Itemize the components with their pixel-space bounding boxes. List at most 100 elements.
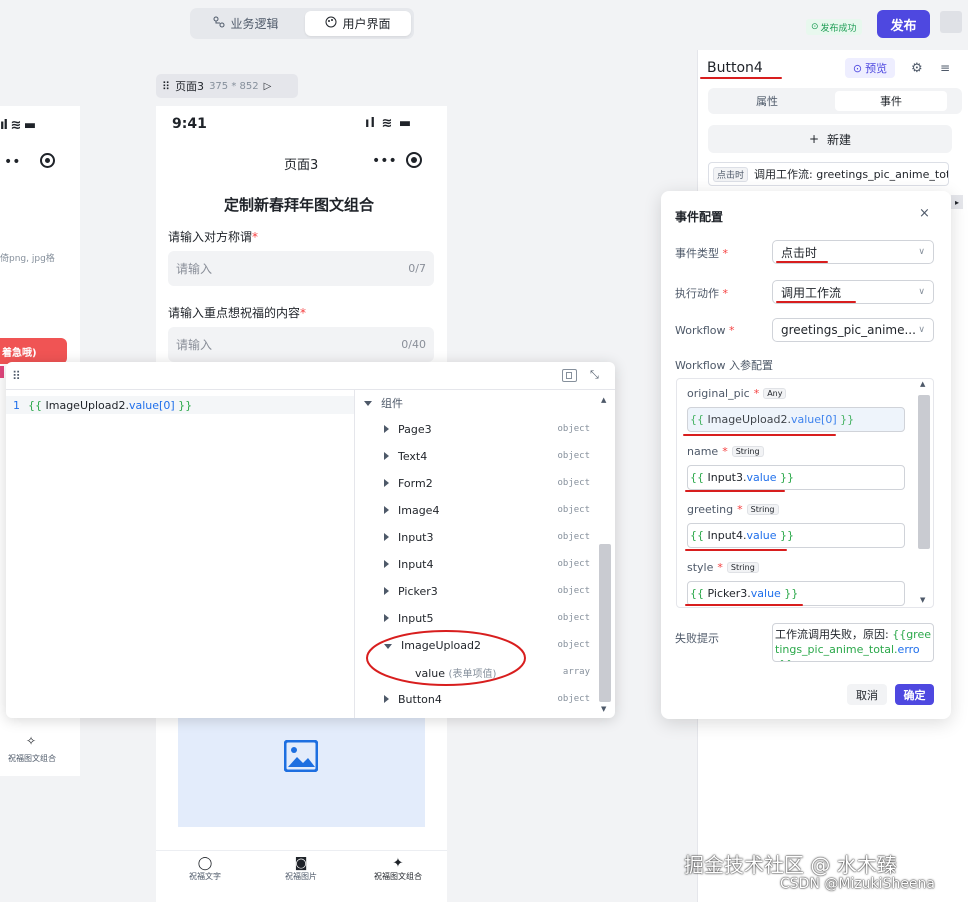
field-label: 执行动作 * xyxy=(675,287,728,300)
view-switcher: 业务逻辑 用户界面 xyxy=(190,8,414,39)
scroll-down-icon[interactable]: ▼ xyxy=(920,596,925,604)
collapse-icon[interactable]: ⤡ xyxy=(590,368,599,382)
play-circle-icon: ⊙ xyxy=(852,61,863,75)
tree-root[interactable]: 组件 xyxy=(364,395,403,411)
caret-right-icon xyxy=(384,505,389,514)
bottom-nav-item[interactable]: ✦ 祝福图文组合 xyxy=(368,856,428,882)
collapse-icon[interactable]: ≡ xyxy=(940,61,950,75)
page-label[interactable]: ⠿ 页面3 375 * 852 ▷ xyxy=(156,74,298,98)
annotation-underline xyxy=(776,301,856,303)
scrollbar-thumb[interactable] xyxy=(918,395,930,549)
param-label: original_pic * Any xyxy=(687,387,787,400)
tab-properties[interactable]: 属性 xyxy=(711,91,823,111)
scroll-down-icon[interactable]: ▼ xyxy=(601,705,606,713)
preview-button[interactable]: ⊙ 预览 xyxy=(845,58,895,78)
tree-item[interactable]: Input4 object xyxy=(384,554,590,574)
camera-icon: ◙ xyxy=(294,856,308,871)
param-label: style * String xyxy=(687,561,759,574)
tab-user-interface[interactable]: 用户界面 xyxy=(305,11,411,36)
code-expression[interactable]: {{ ImageUpload2.value[0] }} xyxy=(28,399,192,412)
annotation-underline xyxy=(700,77,782,79)
sparkle-icon: ✧ xyxy=(26,734,37,748)
workflow-select[interactable]: greetings_pic_anime... ∨ xyxy=(772,318,934,342)
tree-item[interactable]: Picker3 object xyxy=(384,581,590,601)
tree-item[interactable]: Button4 object xyxy=(384,689,590,709)
chevron-down-icon: ∨ xyxy=(918,325,925,335)
play-icon[interactable]: ▷ xyxy=(264,81,272,92)
nav-divider xyxy=(156,850,447,851)
editor-split xyxy=(354,390,355,718)
expand-arrow-icon[interactable]: ▸ xyxy=(951,195,963,209)
annotation-underline xyxy=(683,434,836,436)
cancel-button[interactable]: 取消 xyxy=(847,684,887,705)
component-name[interactable]: Button4 xyxy=(707,60,763,76)
target-icon[interactable] xyxy=(406,152,422,168)
chat-icon: ◯ xyxy=(197,856,213,871)
caret-right-icon xyxy=(384,586,389,595)
tree-item[interactable]: Form2 object xyxy=(384,473,590,493)
param-name-input[interactable]: {{ Input3.value }} xyxy=(687,465,905,490)
flow-icon xyxy=(213,16,225,31)
field-label: 事件类型 * xyxy=(675,247,728,260)
param-label: name * String xyxy=(687,445,764,458)
tree-item[interactable]: Text4 object xyxy=(384,446,590,466)
fail-message-input[interactable]: 工作流调用失败，原因: {{greetings_pic_anime_total.… xyxy=(772,623,934,662)
tree-item[interactable]: Input3 object xyxy=(384,527,590,547)
annotation-underline xyxy=(685,549,787,551)
dialog-title: 事件配置 xyxy=(675,210,724,224)
fail-label: 失败提示 xyxy=(675,632,719,645)
more-icon[interactable]: •• xyxy=(4,154,21,170)
scroll-up-icon[interactable]: ▲ xyxy=(920,380,925,388)
drag-handle-icon[interactable]: ⠿ xyxy=(12,369,21,383)
param-original-pic-input[interactable]: {{ ImageUpload2.value[0] }} xyxy=(687,407,905,432)
tab-events[interactable]: 事件 xyxy=(835,91,947,111)
annotation-underline xyxy=(776,261,828,263)
drag-handle-icon[interactable]: ⠿ xyxy=(162,80,170,93)
annotation-ellipse xyxy=(366,630,526,686)
caret-right-icon xyxy=(384,451,389,460)
image-placeholder[interactable] xyxy=(178,718,425,827)
chevron-down-icon: ∨ xyxy=(918,247,925,257)
palette-icon xyxy=(325,16,337,31)
sparkle-icon: ✦ xyxy=(392,856,404,871)
avatar[interactable] xyxy=(940,11,962,33)
scrollbar-thumb[interactable] xyxy=(599,544,611,702)
gear-icon[interactable]: ⚙ xyxy=(911,61,923,76)
event-item[interactable]: 点击时 调用工作流: greetings_pic_anime_total xyxy=(708,162,949,186)
watermark-juejin: 掘金技术社区 @ 水木臻 xyxy=(684,853,897,877)
tree-item[interactable]: Page3 object xyxy=(384,419,590,439)
tree-item[interactable]: Input5 object xyxy=(384,608,590,628)
confirm-button[interactable]: 确定 xyxy=(895,684,934,705)
tree-item[interactable]: Image4 object xyxy=(384,500,590,520)
name-input[interactable]: 请输入 0/7 xyxy=(168,251,434,286)
pink-marker xyxy=(0,366,4,378)
param-greeting-input[interactable]: {{ Input4.value }} xyxy=(687,523,905,548)
tab-business-logic[interactable]: 业务逻辑 xyxy=(193,11,299,36)
bottom-nav-item[interactable]: ◯ 祝福文字 xyxy=(180,856,230,882)
event-trigger-tag: 点击时 xyxy=(713,166,749,182)
panel-toggle-icon[interactable] xyxy=(562,369,577,382)
publish-button[interactable]: 发布 xyxy=(877,10,930,38)
caret-down-icon xyxy=(364,400,372,406)
param-style-input[interactable]: {{ Picker3.value }} xyxy=(687,581,905,606)
annotation-underline xyxy=(685,490,785,492)
target-icon[interactable] xyxy=(40,153,55,168)
bottom-nav-item[interactable]: ◙ 祝福图片 xyxy=(276,856,326,882)
greeting-input[interactable]: 请输入 0/40 xyxy=(168,327,434,362)
status-time: 9:41 xyxy=(172,116,207,132)
event-description: 调用工作流: greetings_pic_anime_total xyxy=(754,168,949,181)
caret-right-icon xyxy=(384,613,389,622)
caret-right-icon xyxy=(384,478,389,487)
editor-divider xyxy=(6,389,615,390)
tab-label: 业务逻辑 xyxy=(230,17,279,31)
caret-right-icon xyxy=(384,532,389,541)
publish-status-badge: ⊙ 发布成功 xyxy=(806,19,862,35)
watermark-csdn: CSDN @MizukiSheena xyxy=(780,876,935,892)
scroll-up-icon[interactable]: ▲ xyxy=(601,396,606,404)
new-event-button[interactable]: + 新建 xyxy=(708,125,952,153)
more-icon[interactable]: ••• xyxy=(372,153,397,169)
close-icon[interactable]: × xyxy=(919,206,930,221)
image-icon xyxy=(284,740,318,772)
red-banner[interactable]: 着急哦) xyxy=(0,338,67,364)
line-number: 1 xyxy=(13,399,20,412)
